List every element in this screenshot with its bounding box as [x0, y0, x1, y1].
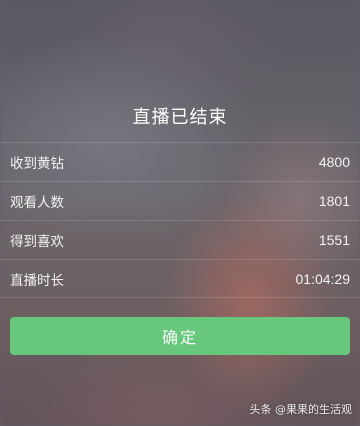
- watermark: 头条 @果果的生活观: [249, 403, 353, 416]
- stat-value: 1551: [318, 232, 350, 248]
- page-title: 直播已结束: [132, 107, 228, 128]
- stat-value: 1801: [318, 193, 350, 209]
- confirm-button[interactable]: 确定: [10, 317, 350, 355]
- stat-value: 4800: [318, 154, 350, 170]
- stats-list: 收到黄钻 4800 观看人数 1801 得到喜欢 1551 直播时长 01:04…: [0, 142, 360, 298]
- stat-row-likes: 得到喜欢 1551: [0, 220, 360, 259]
- stat-row-duration: 直播时长 01:04:29: [0, 259, 360, 298]
- stat-label: 收到黄钻: [10, 156, 64, 172]
- live-ended-screen: 直播已结束 收到黄钻 4800 观看人数 1801 得到喜欢 1551 直播时长…: [0, 0, 360, 426]
- stat-label: 观看人数: [10, 195, 64, 211]
- stat-value: 01:04:29: [295, 270, 351, 287]
- stat-label: 得到喜欢: [10, 234, 64, 250]
- stat-row-viewers: 观看人数 1801: [0, 181, 360, 220]
- stat-label: 直播时长: [10, 272, 64, 289]
- stat-row-yellow-diamonds: 收到黄钻 4800: [0, 142, 360, 181]
